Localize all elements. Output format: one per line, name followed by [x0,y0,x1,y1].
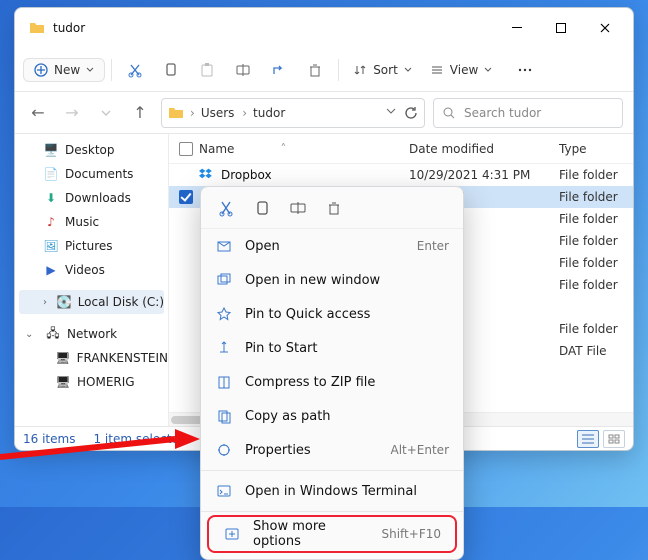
zip-icon [215,374,233,390]
file-type: File folder [559,322,633,336]
file-name: Dropbox [221,168,272,182]
delete-icon[interactable] [325,199,343,217]
context-menu: OpenEnterOpen in new windowPin to Quick … [200,186,464,560]
share-icon[interactable] [262,54,296,86]
forward-button[interactable]: → [59,100,85,126]
ctx-pin-to-start[interactable]: Pin to Start [201,331,463,365]
copypath-icon [215,408,233,424]
recent-button[interactable] [93,100,119,126]
sidebar-item-pictures[interactable]: 🖼Pictures [15,234,168,258]
sort-button[interactable]: Sort [345,59,420,81]
copy-icon[interactable] [253,199,271,217]
nav-row: ← → ↑ › Users tudor Search tudor [15,92,633,134]
file-type: File folder [559,234,633,248]
newwin-icon [215,272,233,288]
toolbar: New Sort View [15,48,633,92]
sidebar-item-documents[interactable]: 📄Documents [15,162,168,186]
address-bar[interactable]: › Users tudor [161,98,425,128]
back-button[interactable]: ← [25,100,51,126]
breadcrumb[interactable]: tudor [253,106,289,120]
ctx-open-in-new-window[interactable]: Open in new window [201,263,463,297]
column-date[interactable]: Date modified [409,142,559,156]
view-button[interactable]: View [422,59,500,81]
icons-view-toggle[interactable] [603,430,625,448]
row-checkbox[interactable] [179,190,193,204]
minimize-button[interactable] [495,13,539,43]
pinstart-icon [215,340,233,356]
terminal-icon [215,483,233,499]
ctx-open-terminal[interactable]: Open in Windows Terminal [201,474,463,508]
select-all-checkbox[interactable] [179,142,193,156]
props-icon [215,442,233,458]
chevron-down-icon[interactable] [386,106,396,120]
file-icon [199,167,215,183]
search-box[interactable]: Search tudor [433,98,623,128]
refresh-icon[interactable] [404,106,418,120]
chevron-down-icon [404,66,412,74]
annotation-arrow [0,417,210,467]
rename-icon[interactable] [226,54,260,86]
new-button[interactable]: New [23,58,105,82]
chevron-down-icon [484,66,492,74]
rename-icon[interactable] [289,199,307,217]
delete-icon[interactable] [298,54,332,86]
file-date: 10/29/2021 4:31 PM [409,168,559,182]
search-icon [442,106,456,120]
file-type: File folder [559,168,633,182]
chevron-down-icon [86,66,94,74]
copy-icon[interactable] [154,54,188,86]
more-options-icon [223,526,241,542]
file-type: File folder [559,278,633,292]
column-type[interactable]: Type [559,142,633,156]
cut-icon[interactable] [217,199,235,217]
ctx-open[interactable]: OpenEnter [201,229,463,263]
column-name[interactable]: Name [199,142,234,156]
ctx-show-more-options[interactable]: Show more options Shift+F10 [209,517,455,551]
table-row[interactable]: Dropbox 10/29/2021 4:31 PMFile folder [169,164,633,186]
sidebar-item-videos[interactable]: ▶Videos [15,258,168,282]
ctx-properties[interactable]: PropertiesAlt+Enter [201,433,463,467]
paste-icon[interactable] [190,54,224,86]
pinqa-icon [215,306,233,322]
more-button[interactable] [508,54,542,86]
file-type: File folder [559,256,633,270]
titlebar: tudor [15,8,633,48]
file-type: File folder [559,212,633,226]
column-headers: Name˄ Date modified Type [169,134,633,164]
details-view-toggle[interactable] [577,430,599,448]
breadcrumb[interactable]: Users [201,106,247,120]
close-button[interactable] [583,13,627,43]
file-type: File folder [559,190,633,204]
cut-icon[interactable] [118,54,152,86]
sidebar-item-network[interactable]: ⌄🖧Network [15,322,168,346]
sidebar-item-netnode[interactable]: 🖥HOMERIG [15,370,168,394]
folder-icon [168,105,184,121]
context-quick-actions [201,187,463,229]
sidebar-item-drive[interactable]: ›💽Local Disk (C:) [19,290,164,314]
sidebar-item-downloads[interactable]: ⬇Downloads [15,186,168,210]
sidebar-item-desktop[interactable]: 🖥️Desktop [15,138,168,162]
file-type: DAT File [559,344,633,358]
up-button[interactable]: ↑ [127,100,153,126]
open-icon [215,238,233,254]
window-title: tudor [53,21,495,35]
ctx-compress-to-zip-file[interactable]: Compress to ZIP file [201,365,463,399]
ctx-pin-to-quick-access[interactable]: Pin to Quick access [201,297,463,331]
sidebar-item-netnode[interactable]: 🖥FRANKENSTEIN [15,346,168,370]
maximize-button[interactable] [539,13,583,43]
sidebar: 🖥️Desktop 📄Documents ⬇Downloads ♪Music 🖼… [15,134,169,426]
ctx-copy-as-path[interactable]: Copy as path [201,399,463,433]
new-label: New [54,63,80,77]
folder-icon [29,20,45,36]
sidebar-item-music[interactable]: ♪Music [15,210,168,234]
